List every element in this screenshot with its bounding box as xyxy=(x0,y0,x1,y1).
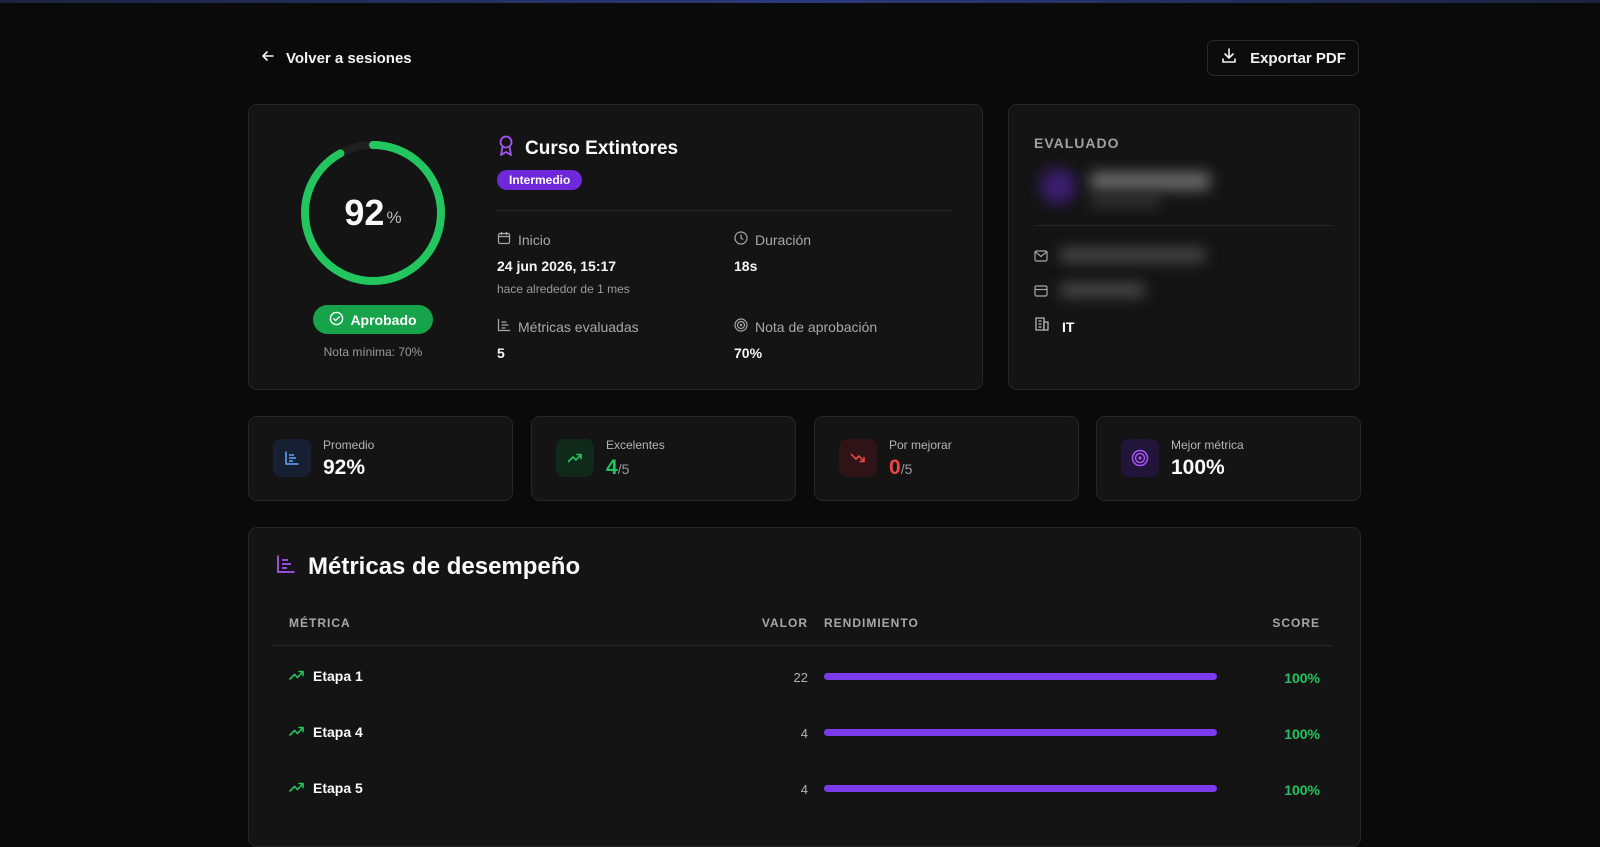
level-badge: Intermedio xyxy=(497,170,583,190)
back-label: Volver a sesiones xyxy=(286,49,412,67)
metric-score: 100% xyxy=(1284,726,1320,742)
performance-bar xyxy=(824,673,1217,680)
performance-fill xyxy=(824,785,1217,792)
course-title: Curso Extintores xyxy=(497,135,678,163)
stat-card-to-improve: Por mejorar 0/5 xyxy=(814,416,1079,501)
redacted-id xyxy=(1060,283,1145,297)
table-header-divider xyxy=(273,645,1332,646)
column-header-performance[interactable]: RENDIMIENTO xyxy=(824,616,919,630)
performance-fill xyxy=(824,673,1217,680)
chart-icon xyxy=(273,439,311,477)
stat-card-best-metric: Mejor métrica 100% xyxy=(1096,416,1361,501)
metrics-count-value: 5 xyxy=(497,345,505,361)
performance-bar xyxy=(824,785,1217,792)
stat-label: Por mejorar xyxy=(889,438,952,452)
metrics-title: Métricas de desempeño xyxy=(276,553,580,581)
metric-name: Etapa 5 xyxy=(289,780,363,796)
trending-up-icon xyxy=(289,780,305,796)
department-value: IT xyxy=(1062,318,1075,335)
export-pdf-button[interactable]: Exportar PDF xyxy=(1207,40,1359,76)
duration-info: Duración 18s xyxy=(734,231,811,274)
award-icon xyxy=(497,135,515,163)
export-label: Exportar PDF xyxy=(1250,49,1346,67)
duration-label: Duración xyxy=(755,231,812,248)
pass-grade-value: 70% xyxy=(734,345,763,361)
department-row: IT xyxy=(1034,316,1074,337)
stat-value: 4/5 xyxy=(606,456,630,479)
pass-grade-info: Nota de aprobación 70% xyxy=(734,318,877,361)
performance-fill xyxy=(824,729,1217,736)
metrics-count-label: Métricas evaluadas xyxy=(518,318,639,335)
evaluado-title: EVALUADO xyxy=(1034,135,1120,151)
column-header-value[interactable]: VALOR xyxy=(740,616,808,630)
redacted-name xyxy=(1090,172,1210,190)
performance-bar xyxy=(824,729,1217,736)
score-ring: 92 % xyxy=(298,138,448,288)
clock-icon xyxy=(734,231,748,248)
stat-label: Excelentes xyxy=(606,438,665,452)
trending-down-icon xyxy=(839,439,877,477)
arrow-left-icon xyxy=(260,48,276,68)
bar-chart-icon xyxy=(497,318,511,335)
metrics-title-text: Métricas de desempeño xyxy=(308,553,581,580)
redacted-email xyxy=(1060,248,1205,262)
start-relative: hace alrededor de 1 mes xyxy=(497,282,630,296)
bar-chart-icon xyxy=(276,553,296,581)
start-label: Inicio xyxy=(518,231,551,248)
score-value: 92 xyxy=(344,192,385,233)
stat-card-average: Promedio 92% xyxy=(248,416,513,501)
stat-label: Mejor métrica xyxy=(1171,438,1244,452)
stat-card-excellent: Excelentes 4/5 xyxy=(531,416,796,501)
trending-up-icon xyxy=(289,668,305,684)
redacted-role xyxy=(1090,196,1160,206)
metric-label: Etapa 5 xyxy=(313,780,363,796)
target-icon xyxy=(1121,439,1159,477)
avatar xyxy=(1040,168,1076,204)
mail-icon xyxy=(1034,249,1048,267)
top-accent-line xyxy=(0,0,1600,3)
duration-value: 18s xyxy=(734,258,758,274)
course-name: Curso Extintores xyxy=(525,138,679,159)
status-label: Aprobado xyxy=(350,311,417,328)
calendar-icon xyxy=(497,231,511,248)
metric-label: Etapa 4 xyxy=(313,724,363,740)
metric-label: Etapa 1 xyxy=(313,668,363,684)
metric-value: 4 xyxy=(800,782,808,797)
stat-value: 0/5 xyxy=(889,456,913,479)
back-link[interactable]: Volver a sesiones xyxy=(260,48,412,68)
check-circle-icon xyxy=(329,311,344,329)
column-header-score[interactable]: SCORE xyxy=(1240,616,1320,630)
metric-score: 100% xyxy=(1284,782,1320,798)
column-header-metric[interactable]: MÉTRICA xyxy=(289,616,351,630)
stat-label: Promedio xyxy=(323,438,375,452)
metric-score: 100% xyxy=(1284,670,1320,686)
metric-name: Etapa 4 xyxy=(289,724,363,740)
stat-value: 100% xyxy=(1171,456,1225,479)
trending-up-icon xyxy=(556,439,594,477)
min-note: Nota mínima: 70% xyxy=(323,345,423,359)
trending-up-icon xyxy=(289,724,305,740)
score-unit: % xyxy=(386,208,402,227)
target-icon xyxy=(734,318,748,335)
metric-value: 22 xyxy=(793,670,808,685)
stat-value: 92% xyxy=(323,456,366,479)
divider xyxy=(1034,225,1334,226)
pass-grade-label: Nota de aprobación xyxy=(755,318,878,335)
building-icon xyxy=(1034,316,1050,337)
metric-value: 4 xyxy=(800,726,808,741)
download-icon xyxy=(1220,47,1238,69)
start-info: Inicio 24 jun 2026, 15:17 hace alrededor… xyxy=(497,231,630,297)
id-card-icon xyxy=(1034,284,1048,302)
divider xyxy=(497,210,953,211)
metric-name: Etapa 1 xyxy=(289,668,363,684)
metrics-count-info: Métricas evaluadas 5 xyxy=(497,318,639,362)
status-badge: Aprobado xyxy=(313,305,433,334)
start-value: 24 jun 2026, 15:17 xyxy=(497,258,617,274)
